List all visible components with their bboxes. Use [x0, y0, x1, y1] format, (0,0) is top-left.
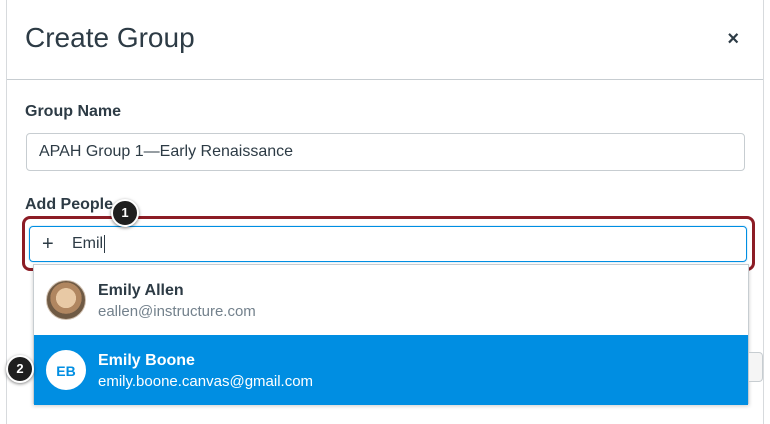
dialog-title: Create Group [25, 22, 195, 53]
suggestion-name: Emily Boone [98, 352, 195, 369]
suggestion-email: eallen@instructure.com [98, 303, 256, 320]
add-people-text: Emil [72, 235, 104, 253]
callout-2: 2 [6, 355, 34, 383]
plus-icon: + [42, 233, 54, 255]
group-name-input[interactable] [26, 133, 745, 171]
add-people-value: Emil [72, 235, 106, 253]
people-suggestions: Emily Allen eallen@instructure.com EB Em… [33, 264, 749, 405]
suggestion-item-emily-allen[interactable]: Emily Allen eallen@instructure.com [34, 265, 748, 335]
partial-button[interactable] [749, 352, 763, 382]
suggestion-item-emily-boone[interactable]: EB Emily Boone emily.boone.canvas@gmail.… [34, 335, 748, 405]
add-people-input[interactable]: + Emil [29, 226, 747, 262]
suggestion-name: Emily Allen [98, 282, 184, 299]
callout-1: 1 [111, 199, 139, 227]
avatar: EB [46, 350, 86, 390]
avatar [46, 280, 86, 320]
dialog-header: Create Group × [7, 0, 763, 80]
close-icon[interactable]: × [727, 28, 739, 51]
suggestion-email: emily.boone.canvas@gmail.com [98, 373, 314, 390]
add-people-label: Add People [25, 196, 114, 213]
group-name-label: Group Name [25, 103, 122, 120]
text-caret [104, 235, 106, 253]
